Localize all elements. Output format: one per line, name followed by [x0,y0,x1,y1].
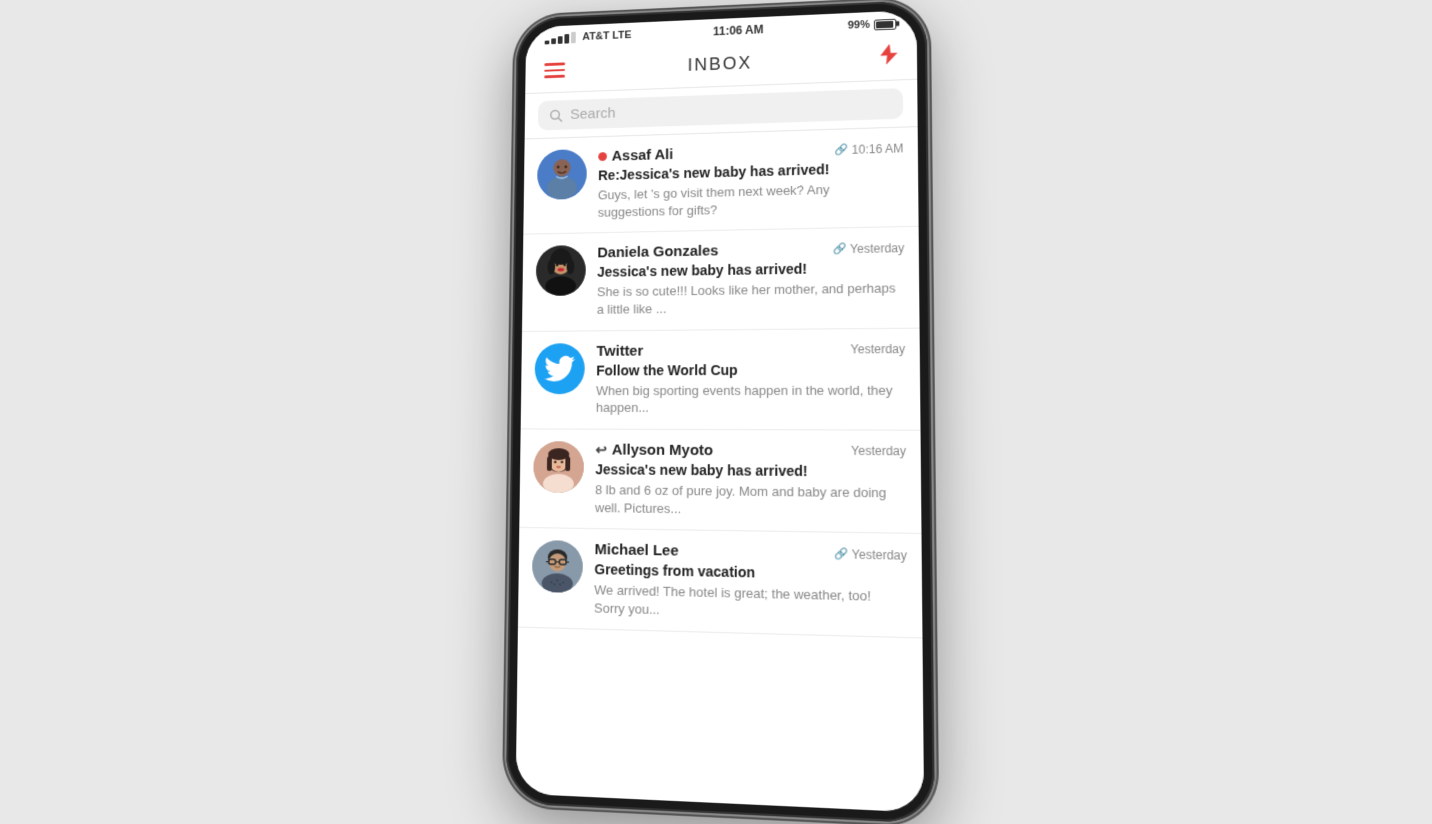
signal-icon [545,32,576,45]
avatar-michael-image [532,540,583,593]
menu-line-1 [544,63,565,66]
sender-name: ↩ Allyson Myoto [595,441,713,459]
email-content: Michael Lee 🔗 Yesterday Greetings from v… [594,541,908,625]
email-time: Yesterday [851,342,906,356]
compose-icon-svg [876,42,901,66]
attachment-icon: 🔗 [834,547,848,561]
search-input-wrapper[interactable]: Search [538,88,903,130]
email-item[interactable]: Twitter Yesterday Follow the World Cup W… [521,328,921,430]
email-preview: When big sporting events happen in the w… [596,381,906,417]
email-subject: Jessica's new baby has arrived! [595,460,906,481]
email-item[interactable]: Michael Lee 🔗 Yesterday Greetings from v… [518,528,923,639]
email-content: ↩ Allyson Myoto Yesterday Jessica's new … [595,441,907,520]
avatar [534,343,584,394]
email-preview: Guys, let 's go visit them next week? An… [598,179,904,221]
email-content: Assaf Ali 🔗 10:16 AM Re:Jessica's new ba… [598,139,904,220]
menu-button[interactable] [540,59,569,82]
phone-screen: AT&T LTE 11:06 AM 99% [516,10,924,813]
email-header-row: Twitter Yesterday [596,340,905,359]
email-time: 🔗 Yesterday [833,241,904,256]
inbox-title: INBOX [688,52,753,75]
email-item[interactable]: Daniela Gonzales 🔗 Yesterday Jessica's n… [522,227,920,331]
phone-frame: AT&T LTE 11:06 AM 99% [506,0,935,824]
avatar [537,149,587,200]
avatar-allyson-image [533,441,584,493]
email-subject: Follow the World Cup [596,360,905,379]
sender-name: Twitter [596,342,643,359]
email-time: 🔗 Yesterday [834,547,907,563]
menu-line-2 [544,69,565,72]
sender-name: Daniela Gonzales [597,243,718,262]
battery-percent: 99% [848,19,870,32]
battery-icon [874,18,896,30]
twitter-logo [544,353,575,384]
status-left: AT&T LTE [545,29,632,44]
battery-area: 99% [848,18,897,32]
avatar [532,540,583,593]
email-preview: 8 lb and 6 oz of pure joy. Mom and baby … [595,481,907,520]
email-content: Twitter Yesterday Follow the World Cup W… [596,340,906,417]
sender-name: Michael Lee [595,541,679,560]
attachment-icon: 🔗 [835,143,849,156]
sender-name: Assaf Ali [598,146,673,165]
email-time: Yesterday [851,444,906,459]
reply-arrow-icon: ↩ [595,441,607,458]
carrier-label: AT&T LTE [582,29,631,42]
email-subject: Greetings from vacation [594,560,907,585]
email-preview: She is so cute!!! Looks like her mother,… [597,280,905,318]
phone-wrapper: AT&T LTE 11:06 AM 99% [506,0,926,804]
email-item[interactable]: ↩ Allyson Myoto Yesterday Jessica's new … [519,429,921,534]
unread-indicator [598,152,607,161]
email-time: 🔗 10:16 AM [835,141,904,157]
email-header-row: ↩ Allyson Myoto Yesterday [595,441,906,460]
avatar-assaf-image [537,149,587,200]
email-subject: Jessica's new baby has arrived! [597,258,904,281]
avatar [536,245,586,296]
search-icon [549,108,562,122]
email-preview: We arrived! The hotel is great; the weat… [594,582,908,625]
email-content: Daniela Gonzales 🔗 Yesterday Jessica's n… [597,239,905,318]
email-list: Assaf Ali 🔗 10:16 AM Re:Jessica's new ba… [516,127,924,813]
avatar-daniela-image [536,245,586,296]
compose-button[interactable] [876,42,901,72]
menu-line-3 [544,75,565,78]
email-item[interactable]: Assaf Ali 🔗 10:16 AM Re:Jessica's new ba… [523,127,918,235]
attachment-icon: 🔗 [833,242,847,255]
search-placeholder: Search [570,105,615,123]
avatar [533,441,584,493]
clock: 11:06 AM [713,23,764,39]
